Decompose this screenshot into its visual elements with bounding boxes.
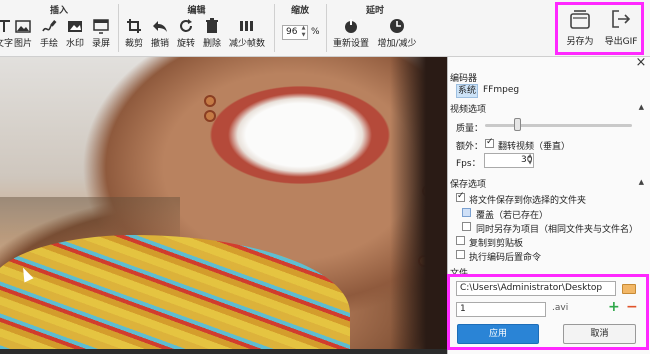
hair-shadow: [390, 57, 447, 354]
delete-button[interactable]: 删除: [199, 18, 225, 52]
delay-group-title: 延时: [365, 6, 384, 16]
save-to-folder-checkbox[interactable]: [456, 191, 465, 202]
apply-button[interactable]: 应用: [457, 324, 539, 344]
reset-delay-button[interactable]: 重新设置: [331, 18, 371, 52]
collapse-icon[interactable]: ▲: [639, 178, 644, 186]
image-icon: [15, 20, 31, 33]
encoder-section-title: 编码器: [450, 74, 478, 84]
freehand-button[interactable]: 手绘: [36, 18, 62, 52]
minus-icon[interactable]: −: [626, 299, 638, 315]
rotate-button[interactable]: 旋转: [173, 18, 199, 52]
save-section-title: 保存选项: [450, 180, 487, 190]
ribbon-toolbar: 插入 文字 图片 手绘 水印 录屏 编辑 裁剪 撤销: [0, 0, 650, 57]
watermark-label: 水印: [65, 39, 84, 49]
delay-group: 延时 重新设置 增加/减少: [327, 0, 423, 57]
rotate-label: 旋转: [176, 39, 195, 49]
reduce-frames-icon: [240, 21, 253, 31]
folder-icon[interactable]: [622, 284, 636, 294]
reset-icon: [345, 19, 357, 33]
frame-strip: [0, 349, 447, 354]
output-folder-input[interactable]: C:\Users\Administrator\Desktop: [456, 281, 616, 296]
frame-preview-image: [0, 57, 447, 354]
quality-slider-thumb[interactable]: [513, 118, 521, 131]
adjust-delay-label: 增加/减少: [377, 39, 417, 49]
reduce-frames-button[interactable]: 减少帧数: [225, 18, 269, 52]
fps-label: Fps：: [456, 159, 481, 169]
filename-input[interactable]: 1: [456, 302, 546, 317]
zoom-spinner[interactable]: ▲ ▼: [300, 25, 307, 40]
encoder-option-ffmpeg[interactable]: FFmpeg: [483, 85, 519, 95]
extra-label: 额外：: [456, 142, 484, 152]
freehand-icon: [42, 20, 57, 32]
run-command-label: 执行编码后置命令: [469, 253, 542, 263]
rotate-icon: [180, 19, 192, 32]
record-screen-icon: [93, 19, 109, 34]
freehand-label: 手绘: [39, 39, 58, 49]
save-as-project-checkbox[interactable]: [462, 222, 471, 231]
image-label: 图片: [13, 39, 32, 49]
undo-button[interactable]: 撤销: [147, 18, 173, 52]
undo-label: 撤销: [150, 39, 169, 49]
watermark-button[interactable]: 水印: [62, 18, 88, 52]
record-screen-button[interactable]: 录屏: [88, 18, 114, 52]
edit-group-title: 编辑: [187, 6, 206, 16]
overwrite-label: 覆盖（若已存在）: [476, 211, 549, 221]
cancel-button[interactable]: 取消: [563, 324, 636, 344]
crop-button[interactable]: 裁剪: [121, 18, 147, 52]
zoom-group-title: 缩放: [290, 6, 309, 16]
delete-icon: [206, 18, 218, 33]
plus-icon[interactable]: +: [608, 299, 620, 315]
reduce-frames-label: 减少帧数: [228, 39, 265, 49]
flip-video-checkbox[interactable]: [485, 137, 494, 148]
delete-label: 删除: [202, 39, 221, 49]
close-icon[interactable]: ×: [634, 56, 648, 71]
file-section-title: 文件: [450, 269, 469, 279]
run-command-checkbox[interactable]: [456, 250, 465, 259]
crop-label: 裁剪: [124, 39, 143, 49]
save-to-folder-label: 将文件保存到你选择的文件夹: [469, 196, 587, 206]
insert-group-title: 插入: [49, 6, 68, 16]
overwrite-checkbox[interactable]: [462, 208, 471, 217]
clock-icon: [390, 19, 404, 33]
undo-icon: [153, 21, 167, 32]
fps-spinner[interactable]: ▲ ▼: [526, 153, 534, 168]
earring-left-drop: [206, 112, 214, 120]
adjust-delay-button[interactable]: 增加/减少: [375, 18, 419, 52]
record-screen-label: 录屏: [91, 39, 110, 49]
earring-left: [206, 97, 214, 105]
edit-group: 编辑 裁剪 撤销 旋转 删除 减少帧数: [119, 0, 274, 57]
file-extension-label: .avi: [552, 303, 569, 313]
image-button[interactable]: 图片: [10, 18, 36, 52]
copy-clipboard-label: 复制到剪贴板: [469, 239, 524, 249]
zoom-unit-label: %: [311, 27, 320, 37]
watermark-icon: [68, 21, 82, 32]
saree-pattern: [0, 235, 350, 354]
collapse-icon[interactable]: ▲: [639, 103, 644, 111]
quality-slider-track[interactable]: [485, 124, 632, 127]
reset-delay-label: 重新设置: [332, 39, 369, 49]
insert-group: 插入 文字 图片 手绘 水印 录屏: [0, 0, 118, 57]
export-highlight-frame: [555, 2, 644, 55]
quality-label: 质量：: [456, 124, 484, 134]
encoder-option-system[interactable]: 系统: [456, 84, 478, 98]
video-section-title: 视频选项: [450, 105, 487, 115]
export-settings-panel: × 编码器 系统 FFmpeg 视频选项 ▲ 质量： 额外： 翻转视频（垂直） …: [447, 56, 650, 354]
save-as-project-label: 同时另存为项目（相同文件夹与文件名）: [476, 225, 639, 235]
copy-clipboard-checkbox[interactable]: [456, 236, 465, 245]
crop-icon: [127, 19, 141, 33]
flip-video-label: 翻转视频（垂直）: [498, 142, 571, 152]
